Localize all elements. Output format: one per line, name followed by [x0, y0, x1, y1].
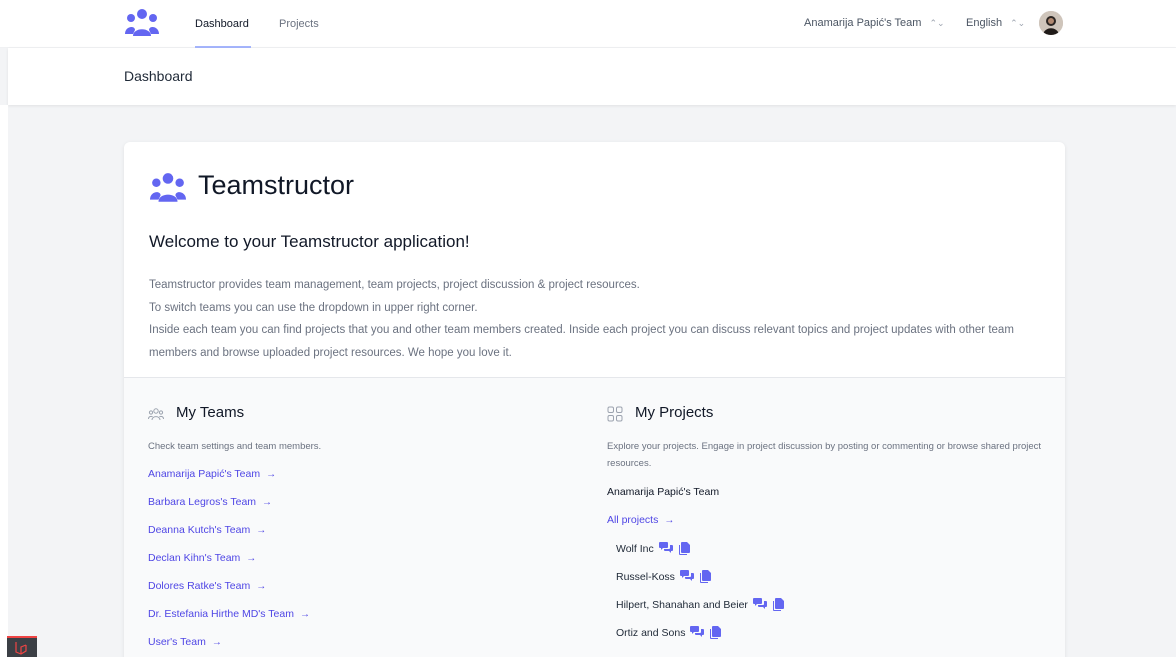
all-projects-label: All projects [607, 514, 659, 526]
arrow-right-icon: → [256, 525, 267, 536]
arrow-right-icon: → [299, 609, 310, 620]
nav-dashboard-link[interactable]: Dashboard [195, 17, 251, 48]
team-link-label: Dr. Estefania Hirthe MD's Team [148, 608, 294, 620]
laravel-logo-icon [15, 642, 27, 655]
team-switcher-label: Anamarija Papić's Team [804, 17, 922, 29]
teams-projects-section: My Teams Check team settings and team me… [124, 377, 1065, 657]
arrow-right-icon: → [664, 515, 675, 526]
project-name: Wolf Inc [616, 542, 654, 555]
arrow-right-icon: → [262, 497, 273, 508]
team-link[interactable]: Declan Kihn's Team → [148, 552, 256, 564]
project-item: Ortiz and Sons [616, 626, 723, 639]
arrow-right-icon: → [211, 637, 222, 648]
team-link[interactable]: Dr. Estefania Hirthe MD's Team → [148, 608, 310, 620]
selector-chevron-icon: ⌃⌄ [929, 18, 945, 28]
team-logo-icon[interactable] [125, 8, 159, 38]
grid-outline-icon [607, 406, 623, 422]
chat-bubbles-icon[interactable] [752, 598, 767, 611]
team-link[interactable]: Anamarija Papić's Team → [148, 468, 276, 480]
documents-icon[interactable] [678, 542, 692, 555]
chat-bubbles-icon[interactable] [690, 626, 705, 639]
arrow-right-icon: → [266, 469, 277, 480]
team-link-label: Barbara Legros's Team [148, 496, 257, 508]
arrow-right-icon: → [256, 581, 267, 592]
users-group-icon [150, 173, 186, 202]
project-team-name: Anamarija Papić's Team [607, 486, 720, 498]
my-teams-title: My Teams [176, 404, 245, 421]
team-link[interactable]: Deanna Kutch's Team → [148, 524, 266, 536]
intro-line: Teamstructor provides team management, t… [149, 279, 640, 291]
welcome-heading: Welcome to your Teamstructor application… [149, 232, 470, 251]
language-dropdown[interactable]: English ⌃⌄ [966, 17, 1025, 29]
team-link-label: Deanna Kutch's Team [148, 524, 251, 536]
documents-icon[interactable] [699, 570, 713, 583]
language-label: English [966, 17, 1003, 29]
my-projects-title: My Projects [635, 404, 714, 421]
my-projects-description: Explore your projects. Engage in project… [607, 441, 1042, 469]
intro-line: To switch teams you can use the dropdown… [149, 301, 478, 314]
documents-icon[interactable] [709, 626, 723, 639]
project-item: Russel-Koss [616, 570, 713, 583]
my-teams-description: Check team settings and team members. [148, 441, 322, 452]
team-switcher-dropdown[interactable]: Anamarija Papić's Team ⌃⌄ [804, 17, 945, 29]
chat-bubbles-icon[interactable] [679, 570, 694, 583]
page-title: Dashboard [124, 68, 193, 84]
intro-text: Teamstructor provides team management, t… [149, 274, 1049, 364]
debugbar-logo-icon[interactable] [7, 636, 37, 657]
user-avatar[interactable] [1039, 11, 1063, 35]
project-name: Hilpert, Shanahan and Beier [616, 598, 748, 611]
team-link[interactable]: User's Team → [148, 636, 222, 648]
team-link-label: Anamarija Papić's Team [148, 468, 261, 480]
brand-title: Teamstructor [198, 170, 355, 200]
project-item: Hilpert, Shanahan and Beier [616, 598, 786, 611]
documents-icon[interactable] [772, 598, 786, 611]
team-link[interactable]: Dolores Ratke's Team → [148, 580, 266, 592]
selector-chevron-icon: ⌃⌄ [1010, 18, 1026, 28]
all-projects-link[interactable]: All projects → [607, 514, 674, 526]
welcome-card: Teamstructor Welcome to your Teamstructo… [124, 142, 1065, 657]
intro-line: Inside each team you can find projects t… [149, 324, 1014, 359]
project-name: Ortiz and Sons [616, 626, 686, 639]
project-item: Wolf Inc [616, 542, 692, 555]
team-link-label: User's Team [148, 636, 206, 648]
page-header: Dashboard [8, 48, 1176, 105]
team-link-label: Dolores Ratke's Team [148, 580, 251, 592]
avatar-photo-icon [1039, 11, 1063, 35]
left-edge-strip [0, 105, 8, 657]
top-navigation: Dashboard Projects Anamarija Papić's Tea… [0, 0, 1176, 48]
team-link[interactable]: Barbara Legros's Team → [148, 496, 272, 508]
chat-bubbles-icon[interactable] [658, 542, 673, 555]
team-link-label: Declan Kihn's Team [148, 552, 241, 564]
project-name: Russel-Koss [616, 570, 675, 583]
arrow-right-icon: → [246, 553, 257, 564]
users-outline-icon [148, 408, 164, 421]
nav-projects-link[interactable]: Projects [279, 17, 319, 48]
